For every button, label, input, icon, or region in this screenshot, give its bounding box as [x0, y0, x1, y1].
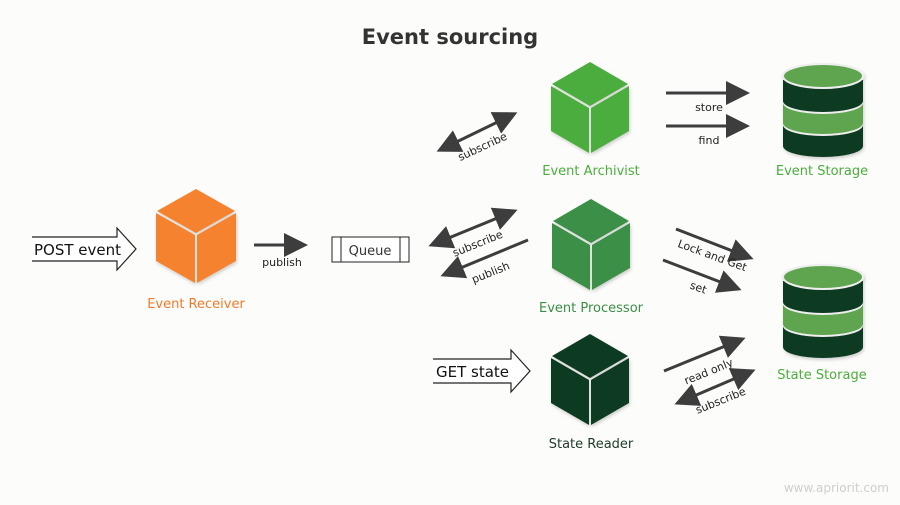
store-label: store [695, 101, 723, 114]
cube-icon [552, 199, 630, 290]
post-event-label: POST event [34, 241, 121, 259]
cube-icon [156, 189, 236, 283]
cube-icon [551, 334, 629, 425]
queue-label: Queue [349, 244, 392, 259]
post-event-input: POST event [32, 226, 137, 272]
database-icon [782, 264, 864, 358]
archivist-subscribe-label: subscribe [456, 130, 510, 164]
find-label: find [699, 134, 720, 147]
event-processor-label: Event Processor [539, 301, 644, 316]
set-label: set [688, 279, 709, 297]
database-icon [782, 63, 864, 157]
watermark: www.apriorit.com [784, 481, 889, 495]
get-state-input: GET state [433, 348, 531, 394]
state-reader-label: State Reader [549, 437, 634, 452]
state-reader-node [551, 334, 629, 425]
event-storage-label: Event Storage [776, 164, 868, 179]
event-archivist-label: Event Archivist [542, 164, 640, 179]
queue-box: Queue [331, 236, 410, 263]
state-storage-node [782, 264, 864, 358]
state-storage-label: State Storage [777, 368, 866, 383]
get-state-label: GET state [436, 363, 509, 381]
reader-subscribe-label: subscribe [694, 385, 748, 417]
event-archivist-node [551, 62, 629, 153]
receiver-publish-label: publish [262, 256, 302, 269]
diagram-title: Event sourcing [362, 25, 538, 49]
event-receiver-node [156, 189, 236, 283]
event-processor-node [552, 199, 630, 290]
event-sourcing-diagram: Event sourcing POST event Event Receiver… [32, 25, 889, 495]
processor-publish-label: publish [470, 259, 512, 286]
event-receiver-label: Event Receiver [147, 297, 245, 312]
cube-icon [551, 62, 629, 153]
event-storage-node [782, 63, 864, 157]
